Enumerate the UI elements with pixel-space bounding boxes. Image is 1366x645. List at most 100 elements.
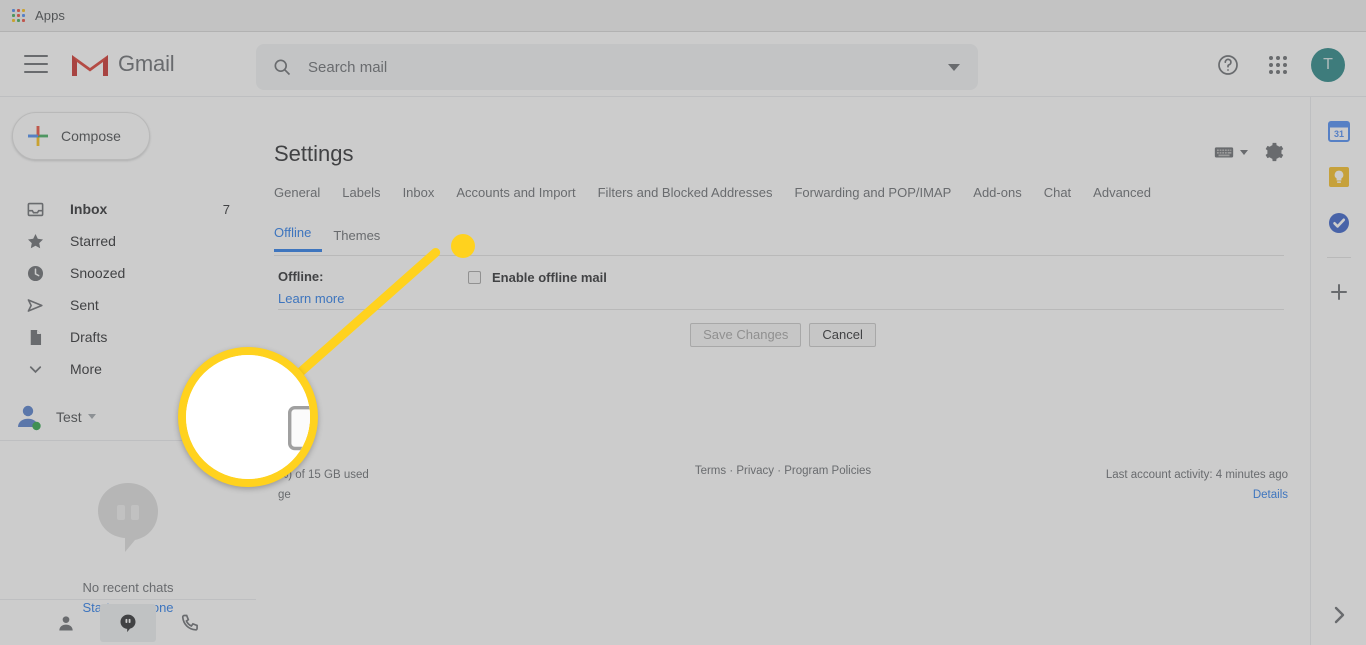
gmail-app: Gmail Search mail T Compose Inbox 7 Star… [0,32,1366,645]
inbox-icon [26,199,46,219]
chats-tab[interactable] [100,603,156,642]
gear-icon[interactable] [1262,141,1284,163]
chevron-down-icon [26,359,46,379]
tabs-divider [274,255,1284,256]
settings-tools [1213,141,1284,163]
section-divider [278,309,1284,310]
person-icon [59,615,73,630]
account-activity: Last account activity: 4 minutes ago Det… [1106,465,1288,505]
activity-details-link[interactable]: Details [1106,485,1288,505]
draft-icon [26,327,46,347]
account-avatar[interactable]: T [1306,43,1350,87]
tab-offline[interactable]: Offline [274,225,323,252]
search-options-chevron-down-icon[interactable] [948,63,960,71]
tab-general[interactable]: General [274,185,331,208]
sidebar-item-drafts[interactable]: Drafts [0,321,256,353]
google-apps-grid-icon[interactable] [1256,43,1300,87]
search-bar[interactable] [256,44,978,90]
settings-tabs-row-2: Offline Themes [274,225,391,252]
save-changes-button[interactable]: Save Changes [690,323,802,347]
offline-settings-row: Offline: Learn more Enable offline mail [278,269,1286,306]
sidebar-item-label: More [70,361,102,377]
gmail-footer: %) of 15 GB used ge Terms · Privacy · Pr… [256,457,1310,517]
last-activity-label: Last account activity: 4 minutes ago [1105,469,1288,481]
clock-icon [26,263,46,283]
enable-offline-mail-label: Enable offline mail [492,270,607,285]
google-calendar-icon[interactable]: 31 [1327,119,1351,143]
chevron-down-icon[interactable] [87,414,96,419]
tab-inbox[interactable]: Inbox [392,185,446,208]
contact-avatar-icon [14,402,44,432]
sidebar-nav: Inbox 7 Starred Snoozed Sent Drafts More [0,193,256,385]
sidebar-item-label: Sent [70,297,99,313]
no-recent-chats-label: No recent chats [82,580,174,595]
chat-toolbar [0,599,256,645]
hangouts-bubble-icon [98,483,158,552]
sidebar-item-label: Drafts [70,329,108,345]
phone-icon [181,614,198,631]
settings-actions: Save Changes Cancel [256,323,1310,347]
plus-icon[interactable] [1327,280,1351,304]
tab-forwarding-and-pop-imap[interactable]: Forwarding and POP/IMAP [783,185,962,208]
chevron-right-icon[interactable] [1327,603,1351,627]
gmail-m-logo-icon [72,55,108,76]
hangouts-icon [120,614,136,632]
plus-icon [26,124,50,148]
compose-label: Compose [61,128,121,144]
sidebar-item-label: Starred [70,233,116,249]
chevron-down-icon[interactable] [1240,149,1248,155]
tab-advanced[interactable]: Advanced [1082,185,1162,208]
gmail-brand-label: Gmail [118,51,175,76]
compose-button[interactable]: Compose [12,112,150,160]
search-icon [274,59,291,76]
sidebar-item-inbox[interactable]: Inbox 7 [0,193,256,225]
send-icon [26,295,46,315]
sidebar-item-starred[interactable]: Starred [0,225,256,257]
google-keep-icon[interactable] [1327,165,1351,189]
page-title: Settings [274,141,354,166]
rail-divider [1326,257,1351,258]
search-input[interactable] [308,58,948,76]
tab-chat[interactable]: Chat [1033,185,1082,208]
tab-labels[interactable]: Labels [331,185,391,208]
browser-bookmark-bar: Apps [0,0,1366,32]
sidebar-item-more[interactable]: More [0,353,256,385]
calls-tab[interactable] [162,604,218,642]
svg-text:31: 31 [1333,129,1343,139]
inbox-unread-count: 7 [222,201,230,217]
settings-tabs-row-1: General Labels Inbox Accounts and Import… [274,185,1162,208]
help-question-icon[interactable] [1206,43,1250,87]
tab-themes[interactable]: Themes [322,228,391,252]
tab-accounts-and-import[interactable]: Accounts and Import [445,185,586,208]
bookmark-apps-label[interactable]: Apps [35,8,65,23]
avatar[interactable]: T [1311,47,1345,82]
apps-grid-icon [12,9,25,22]
header-actions: T [1206,32,1350,97]
enable-offline-mail-row[interactable]: Enable offline mail [468,269,607,306]
sidebar-item-label: Inbox [70,201,108,217]
chat-user-name: Test [56,408,82,425]
gmail-logo[interactable]: Gmail [70,49,175,79]
offline-section-label: Offline: [278,269,324,284]
star-icon [26,231,46,251]
keyboard-icon[interactable] [1213,141,1248,163]
google-tasks-icon[interactable] [1327,211,1351,235]
sidebar-item-sent[interactable]: Sent [0,289,256,321]
offline-section: Offline: Learn more [278,269,468,306]
tab-filters-and-blocked-addresses[interactable]: Filters and Blocked Addresses [587,185,784,208]
sidebar-item-snoozed[interactable]: Snoozed [0,257,256,289]
learn-more-link[interactable]: Learn more [278,291,468,306]
settings-main: Settings General Labels Inbox Accounts a… [256,97,1310,645]
hamburger-menu-icon[interactable] [24,55,48,73]
enable-offline-mail-checkbox[interactable] [468,271,481,284]
chat-user-row[interactable]: Test [0,393,256,441]
contacts-tab[interactable] [38,604,94,642]
chat-empty-state: No recent chats Start a new one [0,477,256,615]
left-sidebar: Compose Inbox 7 Starred Snoozed Sent Dra… [0,97,256,645]
tab-add-ons[interactable]: Add-ons [962,185,1032,208]
gmail-header: Gmail Search mail T [0,32,1366,97]
right-rail: 31 [1310,97,1366,645]
sidebar-item-label: Snoozed [70,265,126,281]
manage-storage-link[interactable]: ge [278,485,369,505]
cancel-button[interactable]: Cancel [809,323,876,347]
